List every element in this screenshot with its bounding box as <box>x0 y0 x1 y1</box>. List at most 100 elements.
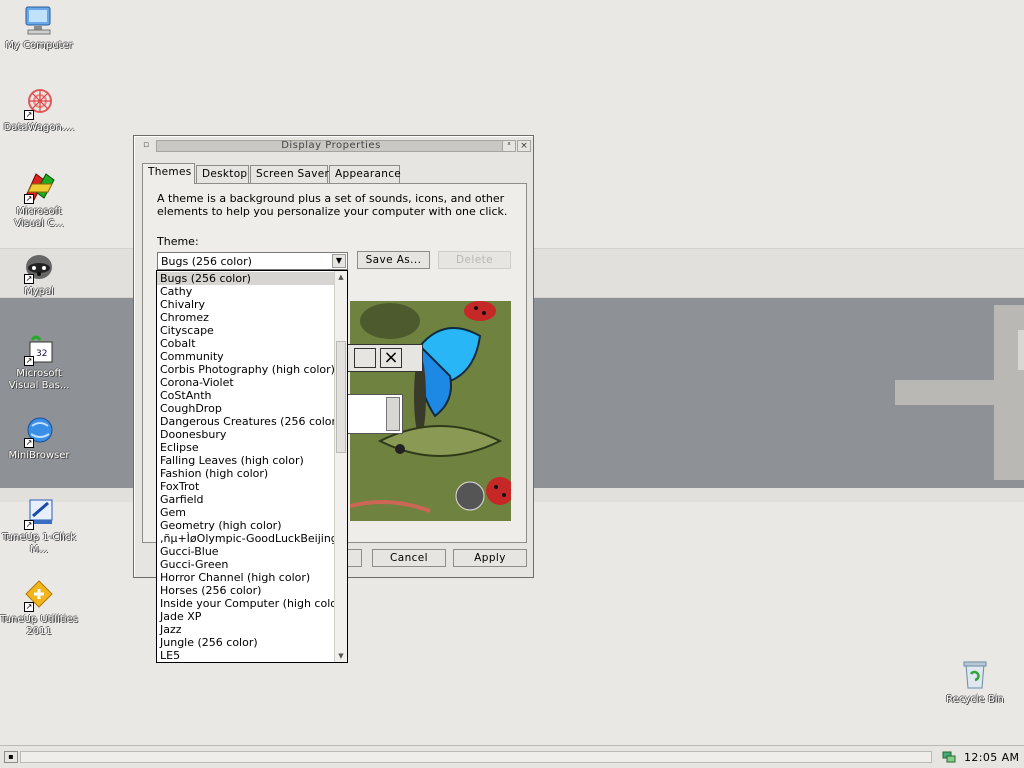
shortcut-arrow-icon: ↗ <box>24 438 34 448</box>
theme-option[interactable]: Falling Leaves (high color) <box>157 454 335 467</box>
desktop-icon-label: DataWagon.... <box>3 122 75 133</box>
tab-screen-saver[interactable]: Screen Saver <box>250 165 329 183</box>
theme-option[interactable]: Doonesbury <box>157 428 335 441</box>
desktop-icon-label: MiniBrowser <box>8 450 70 461</box>
close-icon: × <box>380 348 402 368</box>
desktop-icon-label: TuneUp 1-Click M... <box>1 532 77 555</box>
theme-option[interactable]: LE5 <box>157 649 335 662</box>
desktop-icon-datawagon[interactable]: ↗ DataWagon.... <box>0 86 78 134</box>
theme-option[interactable]: CoStAnth <box>157 389 335 402</box>
theme-option[interactable]: Gucci-Blue <box>157 545 335 558</box>
tab-themes[interactable]: Themes <box>142 163 195 184</box>
scroll-down-icon[interactable]: ▼ <box>335 650 347 662</box>
minibrowser-icon: ↗ <box>22 414 56 448</box>
theme-option[interactable]: Fashion (high color) <box>157 467 335 480</box>
theme-option[interactable]: Jazz <box>157 623 335 636</box>
shortcut-arrow-icon: ↗ <box>24 274 34 284</box>
theme-option[interactable]: Cathy <box>157 285 335 298</box>
visual-c-icon: ↗ <box>22 170 56 204</box>
theme-select[interactable]: Bugs (256 color) ▼ <box>157 252 348 270</box>
clock[interactable]: 12:05 AM <box>964 751 1019 764</box>
desktop-icon-visual-basic[interactable]: 32 ↗ Microsoft Visual Bas... <box>0 332 78 392</box>
desktop-icon-label: Mypal <box>24 286 54 297</box>
shortcut-arrow-icon: ↗ <box>24 520 34 530</box>
theme-option[interactable]: Gucci-Green <box>157 558 335 571</box>
theme-option[interactable]: Gem <box>157 506 335 519</box>
system-tray: 12:05 AM <box>936 748 1022 766</box>
maximize-icon <box>354 348 376 368</box>
network-tray-icon[interactable] <box>942 751 956 763</box>
theme-option[interactable]: Inside your Computer (high color) <box>157 597 335 610</box>
system-menu-icon[interactable]: ▫ <box>140 140 152 152</box>
theme-option[interactable]: Garfield <box>157 493 335 506</box>
theme-option[interactable]: Horses (256 color) <box>157 584 335 597</box>
theme-option[interactable]: Cityscape <box>157 324 335 337</box>
theme-option[interactable]: Dangerous Creatures (256 color) <box>157 415 335 428</box>
tuneup-1click-icon: ↗ <box>22 496 56 530</box>
mypal-icon: ↗ <box>22 250 56 284</box>
theme-description: A theme is a background plus a set of so… <box>157 192 508 218</box>
theme-option[interactable]: Jungle (256 color) <box>157 636 335 649</box>
desktop-icon-label: Recycle Bin <box>946 694 1004 705</box>
theme-option[interactable]: Geometry (high color) <box>157 519 335 532</box>
desktop-icon-tuneup-utilities[interactable]: ↗ TuneUp Utilities 2011 <box>0 578 78 638</box>
theme-label: Theme: <box>157 235 199 248</box>
wallpaper-shape <box>1018 330 1024 370</box>
desktop-icon-label: My Computer <box>5 40 73 51</box>
svg-text:32: 32 <box>36 349 47 359</box>
recycle-bin-icon <box>958 658 992 692</box>
theme-option[interactable]: Corbis Photography (high color) <box>157 363 335 376</box>
datawagon-icon: ↗ <box>22 86 56 120</box>
dialog-title[interactable]: Display Properties <box>156 140 506 152</box>
theme-option[interactable]: Chromez <box>157 311 335 324</box>
apply-button[interactable]: Apply <box>453 549 527 567</box>
desktop-icon-visual-c[interactable]: ↗ Microsoft Visual C... <box>0 170 78 230</box>
taskbar: ▪ 12:05 AM <box>0 745 1024 768</box>
desktop-icon-minibrowser[interactable]: ↗ MiniBrowser <box>0 414 78 462</box>
desktop-icon-my-computer[interactable]: My Computer <box>0 4 78 52</box>
preview-mini-textbox <box>343 394 403 434</box>
tuneup-utilities-icon: ↗ <box>22 578 56 612</box>
theme-option[interactable]: Jade XP <box>157 610 335 623</box>
close-button[interactable]: × <box>517 140 531 152</box>
theme-option[interactable]: ,ñµ+ÌøOlympic-GoodLuckBeijing <box>157 532 335 545</box>
theme-option[interactable]: FoxTrot <box>157 480 335 493</box>
task-list[interactable] <box>20 751 932 763</box>
desktop-icon-label: Microsoft Visual Bas... <box>8 368 70 391</box>
tab-appearance[interactable]: Appearance <box>329 165 401 183</box>
shortcut-arrow-icon: ↗ <box>24 110 34 120</box>
shortcut-arrow-icon: ↗ <box>24 356 34 366</box>
preview-scrollbar <box>386 397 400 431</box>
cancel-button[interactable]: Cancel <box>372 549 446 567</box>
theme-option[interactable]: Cobalt <box>157 337 335 350</box>
scroll-up-icon[interactable]: ▲ <box>335 271 347 283</box>
help-button[interactable]: ˣ <box>502 140 516 152</box>
shortcut-arrow-icon: ↗ <box>24 194 34 204</box>
visual-basic-icon: 32 ↗ <box>22 332 56 366</box>
scroll-thumb[interactable] <box>336 341 346 453</box>
save-as-button[interactable]: Save As... <box>357 251 430 269</box>
chevron-down-icon[interactable]: ▼ <box>332 254 346 268</box>
desktop-icon-recycle-bin[interactable]: Recycle Bin <box>936 658 1014 706</box>
shortcut-arrow-icon: ↗ <box>24 602 34 612</box>
theme-options: Bugs (256 color) Cathy Chivalry Chromez City… <box>157 272 335 662</box>
preview-mini-window: × <box>343 344 423 372</box>
tab-desktop[interactable]: Desktop <box>196 165 249 183</box>
theme-option[interactable]: CoughDrop <box>157 402 335 415</box>
theme-dropdown-list[interactable]: Bugs (256 color) Cathy Chivalry Chromez City… <box>156 270 348 663</box>
start-button[interactable]: ▪ <box>4 751 18 763</box>
delete-button[interactable]: Delete <box>438 251 511 269</box>
computer-icon <box>22 4 56 38</box>
theme-option[interactable]: Horror Channel (high color) <box>157 571 335 584</box>
desktop-icon-label: TuneUp Utilities 2011 <box>0 614 78 637</box>
theme-option[interactable]: Bugs (256 color) <box>157 272 335 285</box>
theme-option[interactable]: Corona-Violet <box>157 376 335 389</box>
desktop-icon-mypal[interactable]: ↗ Mypal <box>0 250 78 298</box>
theme-option[interactable]: Eclipse <box>157 441 335 454</box>
theme-option[interactable]: Community <box>157 350 335 363</box>
theme-select-value: Bugs (256 color) <box>161 255 252 268</box>
theme-option[interactable]: Chivalry <box>157 298 335 311</box>
dropdown-scrollbar[interactable]: ▲ ▼ <box>334 271 347 662</box>
desktop-icon-label: Microsoft Visual C... <box>14 206 64 229</box>
desktop-icon-tuneup-1click[interactable]: ↗ TuneUp 1-Click M... <box>0 496 78 556</box>
